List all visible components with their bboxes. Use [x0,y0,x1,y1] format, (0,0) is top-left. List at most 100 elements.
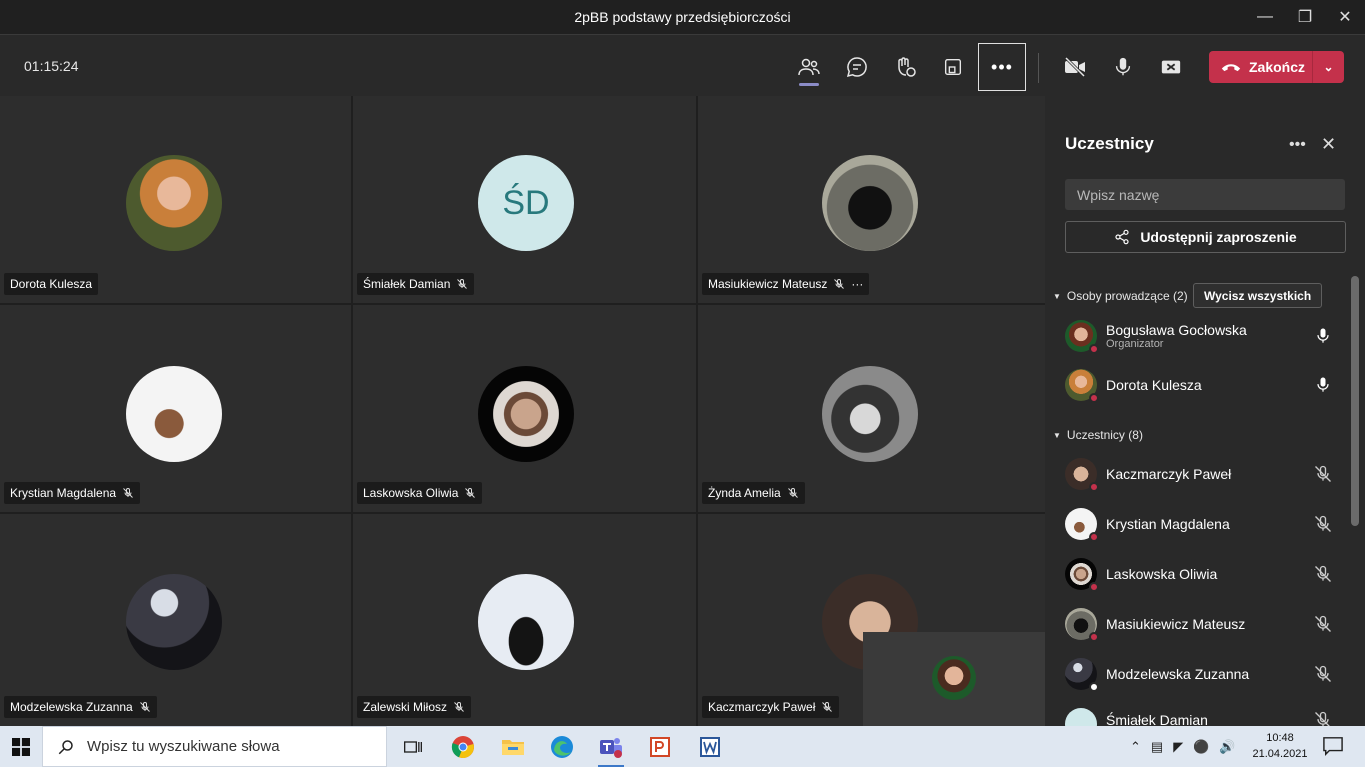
taskbar-search-placeholder: Wpisz tu wyszukiwane słowa [87,738,280,755]
attendees-section-header[interactable]: ▼ Uczestnicy (8) [1053,428,1143,442]
end-call-button[interactable]: Zakończ ⌄ [1209,51,1344,83]
microphone-icon [1115,57,1131,76]
participant-name-badge: Krystian Magdalena [4,482,141,504]
participant-row-role: Organizator [1106,338,1164,350]
muted-mic-icon [787,488,798,498]
participant-avatar [126,155,222,251]
participants-button[interactable] [785,43,833,91]
presenters-section-header[interactable]: ▼ Osoby prowadzące (2) [1053,289,1188,303]
attendees-header-label: Uczestnicy (8) [1066,428,1143,442]
muted-mic-icon [1315,565,1331,582]
raise-hand-button[interactable] [881,43,929,91]
video-tile[interactable]: Żynda Amelia [698,305,1045,512]
muted-mic-icon [454,702,464,712]
volume-icon[interactable]: 🔊 [1219,739,1235,755]
meet-now-icon[interactable]: ▤ [1151,739,1163,755]
video-tile[interactable]: ŚD Śmiałek Damian [353,96,696,303]
participant-search-input[interactable] [1065,179,1345,210]
end-call-main[interactable]: Zakończ [1209,51,1312,83]
chat-icon [846,57,867,78]
participant-row[interactable]: Kaczmarczyk Paweł [1065,454,1347,494]
close-icon[interactable]: ✕ [1325,0,1365,34]
share-invite-button[interactable]: Udostępnij zaproszenie [1065,221,1346,253]
video-tile[interactable]: Modzelewska Zuzanna [0,514,351,726]
participant-name: Kaczmarczyk Paweł [708,700,816,714]
muted-mic-icon [834,279,845,289]
panel-close-icon[interactable]: ✕ [1321,134,1336,155]
notification-center-icon[interactable] [1322,736,1344,756]
word-icon [700,737,720,757]
powerpoint-taskbar-app[interactable] [645,732,675,762]
muted-mic-icon [457,279,468,289]
presence-dot [1089,482,1099,492]
participant-row[interactable]: Krystian Magdalena [1065,504,1347,544]
muted-mic-icon [1315,515,1331,532]
participant-row[interactable]: Laskowska Oliwia [1065,554,1347,594]
muted-mic-icon [1315,711,1330,726]
chevron-up-icon[interactable]: ⌃ [1130,739,1141,755]
participant-row[interactable]: Dorota Kulesza [1065,365,1347,405]
tile-more-options[interactable]: ··· [851,277,863,291]
teams-taskbar-app[interactable] [596,732,626,767]
clock-time: 10:48 [1266,732,1294,744]
more-actions-button[interactable]: ••• [978,43,1026,91]
camera-toggle-button[interactable] [1051,43,1099,91]
video-tile[interactable]: Krystian Magdalena [0,305,351,512]
presence-dot [1089,344,1099,354]
search-icon [58,739,73,754]
window-titlebar: 2pBB podstawy przedsiębiorczości — ❐ ✕ [0,0,1365,34]
participant-row-name: Krystian Magdalena [1106,516,1230,532]
minimize-icon[interactable]: — [1245,0,1285,34]
participant-row[interactable]: Bogusława Gocłowska Organizator [1065,316,1347,356]
participant-row[interactable]: Modzelewska Zuzanna [1065,654,1347,694]
participant-name: Krystian Magdalena [10,486,117,500]
video-tile[interactable]: Dorota Kulesza [0,96,351,303]
participant-row-name: Masiukiewicz Mateusz [1106,616,1246,632]
participant-row[interactable]: Masiukiewicz Mateusz [1065,604,1347,644]
muted-mic-icon [1315,665,1331,682]
word-taskbar-app[interactable] [695,732,725,762]
maximize-icon[interactable]: ❐ [1285,0,1325,34]
caret-down-icon: ▼ [1053,430,1061,440]
chrome-taskbar-app[interactable] [448,732,478,762]
stop-share-icon [1161,60,1181,74]
microphone-icon [1317,377,1329,392]
task-view-button[interactable] [398,732,428,762]
participant-row-avatar [1065,458,1099,492]
participant-row-name: Modzelewska Zuzanna [1106,666,1250,682]
chat-button[interactable] [833,43,881,91]
video-tile[interactable]: Laskowska Oliwia [353,305,696,512]
participant-row[interactable]: Śmiałek Damian [1065,704,1347,726]
participant-name-badge: Masiukiewicz Mateusz ··· [702,273,870,295]
mic-tray-icon[interactable]: ⚫ [1193,739,1209,755]
muted-mic-icon [465,488,476,498]
microphone-toggle-button[interactable] [1099,43,1147,91]
edge-taskbar-app[interactable] [547,732,577,762]
panel-scrollbar[interactable] [1351,276,1359,526]
participant-name-badge: Żynda Amelia [702,482,805,504]
participant-avatar [822,366,918,462]
wifi-icon[interactable]: ◤ [1173,739,1183,755]
end-call-options[interactable]: ⌄ [1312,51,1344,83]
windows-logo-icon [12,737,30,756]
self-avatar [932,656,976,700]
file-explorer-taskbar-app[interactable] [498,732,528,762]
microphone-icon [1317,328,1329,343]
video-tile[interactable]: Masiukiewicz Mateusz ··· [698,96,1045,303]
video-tile[interactable]: Zalewski Miłosz [353,514,696,726]
panel-more-icon[interactable]: ••• [1289,136,1306,154]
participant-name-badge: Dorota Kulesza [4,273,99,295]
meeting-timer: 01:15:24 [24,58,79,74]
share-content-button[interactable] [1147,43,1195,91]
start-button[interactable] [0,726,42,767]
rooms-button[interactable] [929,43,977,91]
participant-avatar [822,155,918,251]
participant-name: Modzelewska Zuzanna [10,700,133,714]
presence-dot [1089,632,1099,642]
self-view-preview[interactable] [863,632,1045,726]
participant-avatar [126,574,222,670]
taskbar-clock[interactable]: 10:48 21.04.2021 [1252,730,1308,762]
taskbar-search-box[interactable]: Wpisz tu wyszukiwane słowa [42,726,387,767]
mute-all-button[interactable]: Wycisz wszystkich [1193,283,1323,308]
window-controls: — ❐ ✕ [1245,0,1365,34]
